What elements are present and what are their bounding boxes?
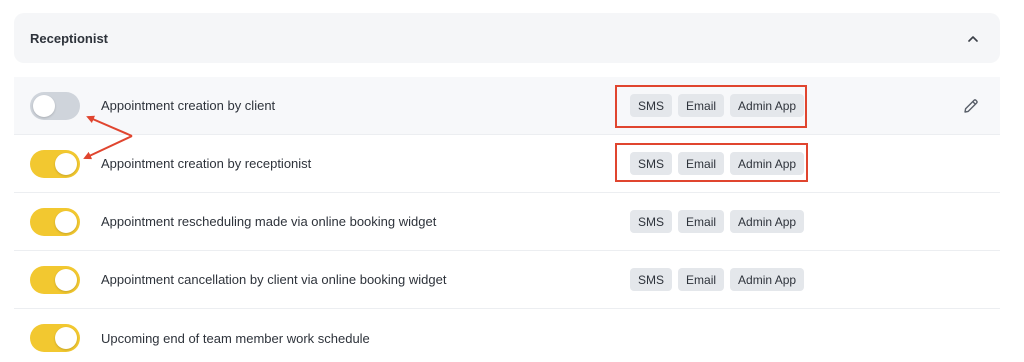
channel-tag-email: Email — [678, 210, 725, 233]
notification-toggle[interactable] — [30, 208, 80, 236]
channel-tag-email: Email — [678, 268, 725, 291]
notification-row: Upcoming end of team member work schedul… — [14, 309, 1000, 362]
channel-tag-admin-app: Admin App — [730, 152, 805, 175]
channel-tag-admin-app: Admin App — [730, 94, 805, 117]
channel-tag-sms: SMS — [630, 94, 673, 117]
toggle-knob — [55, 269, 77, 291]
pencil-icon[interactable] — [962, 97, 980, 115]
channel-tag-sms: SMS — [630, 152, 673, 175]
notification-list: Appointment creation by client SMS Email… — [14, 77, 1000, 362]
notification-row: Appointment creation by receptionist SMS… — [14, 135, 1000, 193]
channel-tag-admin-app: Admin App — [730, 210, 805, 233]
channel-tag-sms: SMS — [630, 268, 673, 291]
notification-toggle[interactable] — [30, 150, 80, 178]
toggle-knob — [55, 327, 77, 349]
channel-tag-email: Email — [678, 94, 725, 117]
toggle-knob — [33, 95, 55, 117]
notification-row: Appointment creation by client SMS Email… — [14, 77, 1000, 135]
toggle-knob — [55, 211, 77, 233]
section-header[interactable]: Receptionist — [14, 13, 1000, 63]
notification-label: Appointment rescheduling made via online… — [101, 214, 437, 229]
notification-toggle[interactable] — [30, 324, 80, 352]
channel-tags: SMS Email Admin App — [630, 94, 805, 117]
toggle-knob — [55, 153, 77, 175]
channel-tags: SMS Email Admin App — [630, 268, 805, 291]
notification-row: Appointment rescheduling made via online… — [14, 193, 1000, 251]
section-title: Receptionist — [30, 30, 109, 46]
notification-label: Appointment creation by client — [101, 98, 276, 113]
channel-tags: SMS Email Admin App — [630, 210, 805, 233]
channel-tags: SMS Email Admin App — [630, 152, 805, 175]
notification-label: Appointment cancellation by client via o… — [101, 272, 447, 287]
channel-tag-email: Email — [678, 152, 725, 175]
channel-tag-sms: SMS — [630, 210, 673, 233]
chevron-up-icon[interactable] — [966, 31, 980, 45]
channel-tag-admin-app: Admin App — [730, 268, 805, 291]
notification-row: Appointment cancellation by client via o… — [14, 251, 1000, 309]
notification-label: Appointment creation by receptionist — [101, 156, 312, 171]
notification-label: Upcoming end of team member work schedul… — [101, 330, 370, 346]
notification-toggle[interactable] — [30, 266, 80, 294]
notification-toggle[interactable] — [30, 92, 80, 120]
